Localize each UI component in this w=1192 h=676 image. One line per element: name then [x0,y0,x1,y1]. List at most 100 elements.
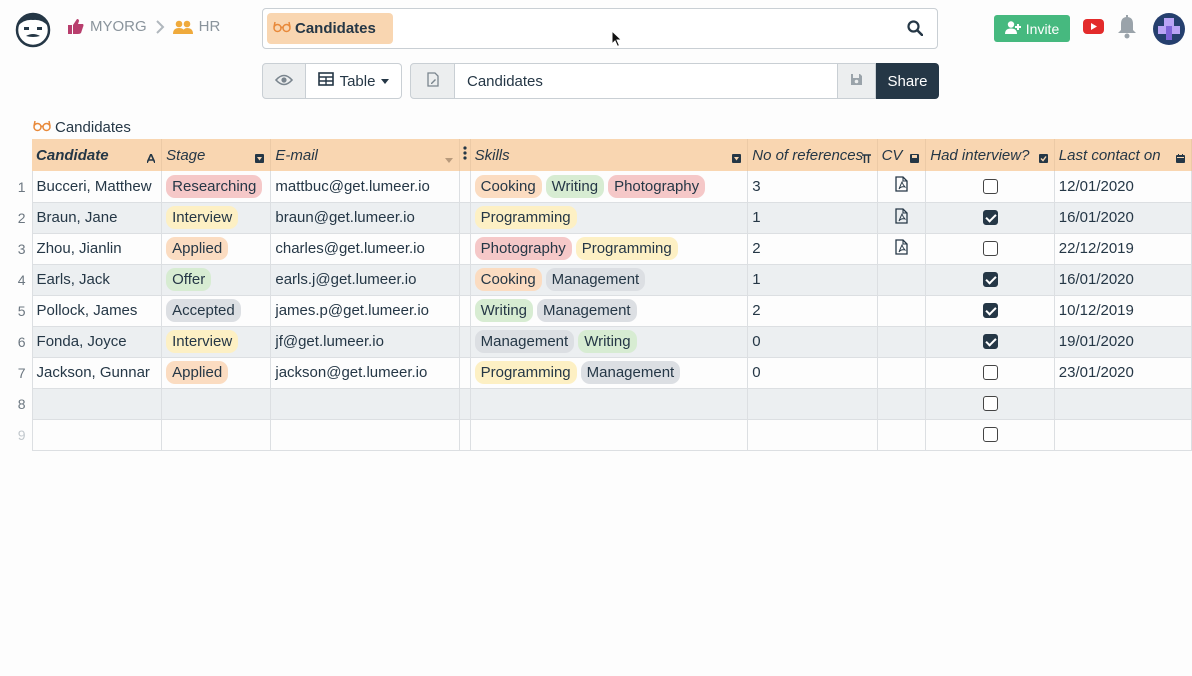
breadcrumb-org[interactable]: MYORG [68,18,147,35]
interview-checkbox[interactable] [982,396,998,411]
cell-stage[interactable]: Interview [161,326,272,358]
table-row[interactable]: 8 [0,388,1192,420]
column-header-interview[interactable]: Had interview? [925,139,1055,171]
cell-email[interactable] [270,388,460,420]
cell-skills[interactable]: Writing Management [470,295,749,327]
view-name-input[interactable]: Candidates [455,63,838,99]
column-header-candidate[interactable]: Candidate [32,139,163,171]
cell-references[interactable]: 3 [747,171,878,203]
cell-cv[interactable] [877,388,927,420]
column-resize-handle[interactable] [459,139,471,171]
cell-stage[interactable] [161,419,272,451]
pdf-file-icon[interactable] [895,238,908,259]
cell-skills[interactable]: Cooking Management [470,264,749,296]
cell-email[interactable]: jackson@get.lumeer.io [270,357,460,389]
search-icon[interactable] [907,20,924,40]
column-header-email[interactable]: E-mail [270,139,460,171]
cell-last-contact[interactable]: 16/01/2020 [1054,264,1192,296]
cell-candidate[interactable]: Fonda, Joyce [31,326,163,358]
interview-checkbox[interactable] [982,272,998,287]
cell-interview[interactable] [925,233,1055,265]
cell-email[interactable]: jf@get.lumeer.io [270,326,460,358]
cell-skills[interactable]: Programming Management [470,357,749,389]
table-row[interactable]: 5 Pollock, James Accepted james.p@get.lumee… [0,295,1192,327]
view-settings-button[interactable] [410,63,455,99]
cell-skills[interactable]: Photography Programming [470,233,749,265]
cell-stage[interactable]: Offer [161,264,272,296]
cell-stage[interactable]: Applied [161,357,272,389]
interview-checkbox[interactable] [982,210,998,225]
cell-skills[interactable]: Programming [470,202,749,234]
perspective-dropdown[interactable]: Table [306,63,402,99]
cell-interview[interactable] [925,264,1055,296]
youtube-icon[interactable] [1083,19,1104,38]
cell-stage[interactable] [161,388,272,420]
user-avatar[interactable] [1153,13,1185,45]
cell-skills[interactable]: Cooking Writing Photography [470,171,749,203]
cell-last-contact[interactable] [1054,388,1192,420]
interview-checkbox[interactable] [982,303,998,318]
cell-cv[interactable] [877,264,927,296]
cell-cv[interactable] [877,233,927,265]
cell-last-contact[interactable]: 12/01/2020 [1054,171,1192,203]
cell-candidate[interactable]: Zhou, Jianlin [31,233,163,265]
interview-checkbox[interactable] [982,178,998,194]
lumeer-logo[interactable] [14,10,52,48]
cell-candidate[interactable]: Braun, Jane [31,202,163,234]
query-chip-collection[interactable]: Candidates [267,13,393,44]
cell-last-contact[interactable]: 16/01/2020 [1054,202,1192,234]
cell-cv[interactable] [877,202,927,234]
table-row[interactable]: 3 Zhou, Jianlin Applied charles@get.lumeer.… [0,233,1192,265]
cell-skills[interactable] [470,419,749,451]
cell-candidate[interactable]: Jackson, Gunnar [31,357,163,389]
cell-email[interactable] [270,419,460,451]
cell-cv[interactable] [877,326,927,358]
table-row[interactable]: 1 Bucceri, Matthew Researching mattbuc@get.… [0,171,1192,203]
cell-references[interactable]: 0 [747,357,878,389]
interview-checkbox[interactable] [982,427,998,442]
search-box[interactable]: Candidates [262,8,938,49]
breadcrumb-project[interactable]: HR [172,18,220,35]
cell-references[interactable]: 0 [747,326,878,358]
cell-cv[interactable] [877,357,927,389]
cell-last-contact[interactable]: 22/12/2019 [1054,233,1192,265]
cell-stage[interactable]: Accepted [161,295,272,327]
cell-email[interactable]: charles@get.lumeer.io [270,233,460,265]
column-header-last-contact[interactable]: Last contact on [1054,139,1192,171]
invite-button[interactable]: Invite [994,15,1070,42]
cell-candidate[interactable]: Earls, Jack [31,264,163,296]
save-view-button[interactable] [838,63,876,99]
table-row[interactable]: 4 Earls, Jack Offer earls.j@get.lumeer.io Co… [0,264,1192,296]
cell-cv[interactable] [877,171,927,203]
cell-candidate[interactable]: Bucceri, Matthew [31,171,163,203]
cell-candidate[interactable]: Pollock, James [31,295,163,327]
table-row[interactable]: 2 Braun, Jane Interview braun@get.lumeer.io… [0,202,1192,234]
cell-email[interactable]: mattbuc@get.lumeer.io [270,171,460,203]
cell-cv[interactable] [877,419,927,451]
cell-references[interactable]: 2 [747,295,878,327]
cell-email[interactable]: braun@get.lumeer.io [270,202,460,234]
cell-email[interactable]: james.p@get.lumeer.io [270,295,460,327]
view-visibility-button[interactable] [262,63,306,99]
interview-checkbox[interactable] [982,365,998,380]
cell-references[interactable]: 1 [747,264,878,296]
collection-label[interactable]: Candidates [33,119,131,136]
cell-interview[interactable] [925,357,1055,389]
cell-cv[interactable] [877,295,927,327]
cell-interview[interactable] [925,202,1055,234]
cell-interview[interactable] [925,171,1055,203]
column-header-cv[interactable]: CV [877,139,927,171]
column-header-skills[interactable]: Skills [470,139,749,171]
cell-skills[interactable] [470,388,749,420]
cell-interview[interactable] [925,295,1055,327]
cell-last-contact[interactable]: 23/01/2020 [1054,357,1192,389]
cell-email[interactable]: earls.j@get.lumeer.io [270,264,460,296]
cell-references[interactable] [747,388,878,420]
cell-candidate[interactable] [31,419,163,451]
cell-stage[interactable]: Applied [161,233,272,265]
cell-references[interactable] [747,419,878,451]
interview-checkbox[interactable] [982,241,998,256]
cell-references[interactable]: 2 [747,233,878,265]
column-header-stage[interactable]: Stage [161,139,272,171]
share-button[interactable]: Share [876,63,939,99]
